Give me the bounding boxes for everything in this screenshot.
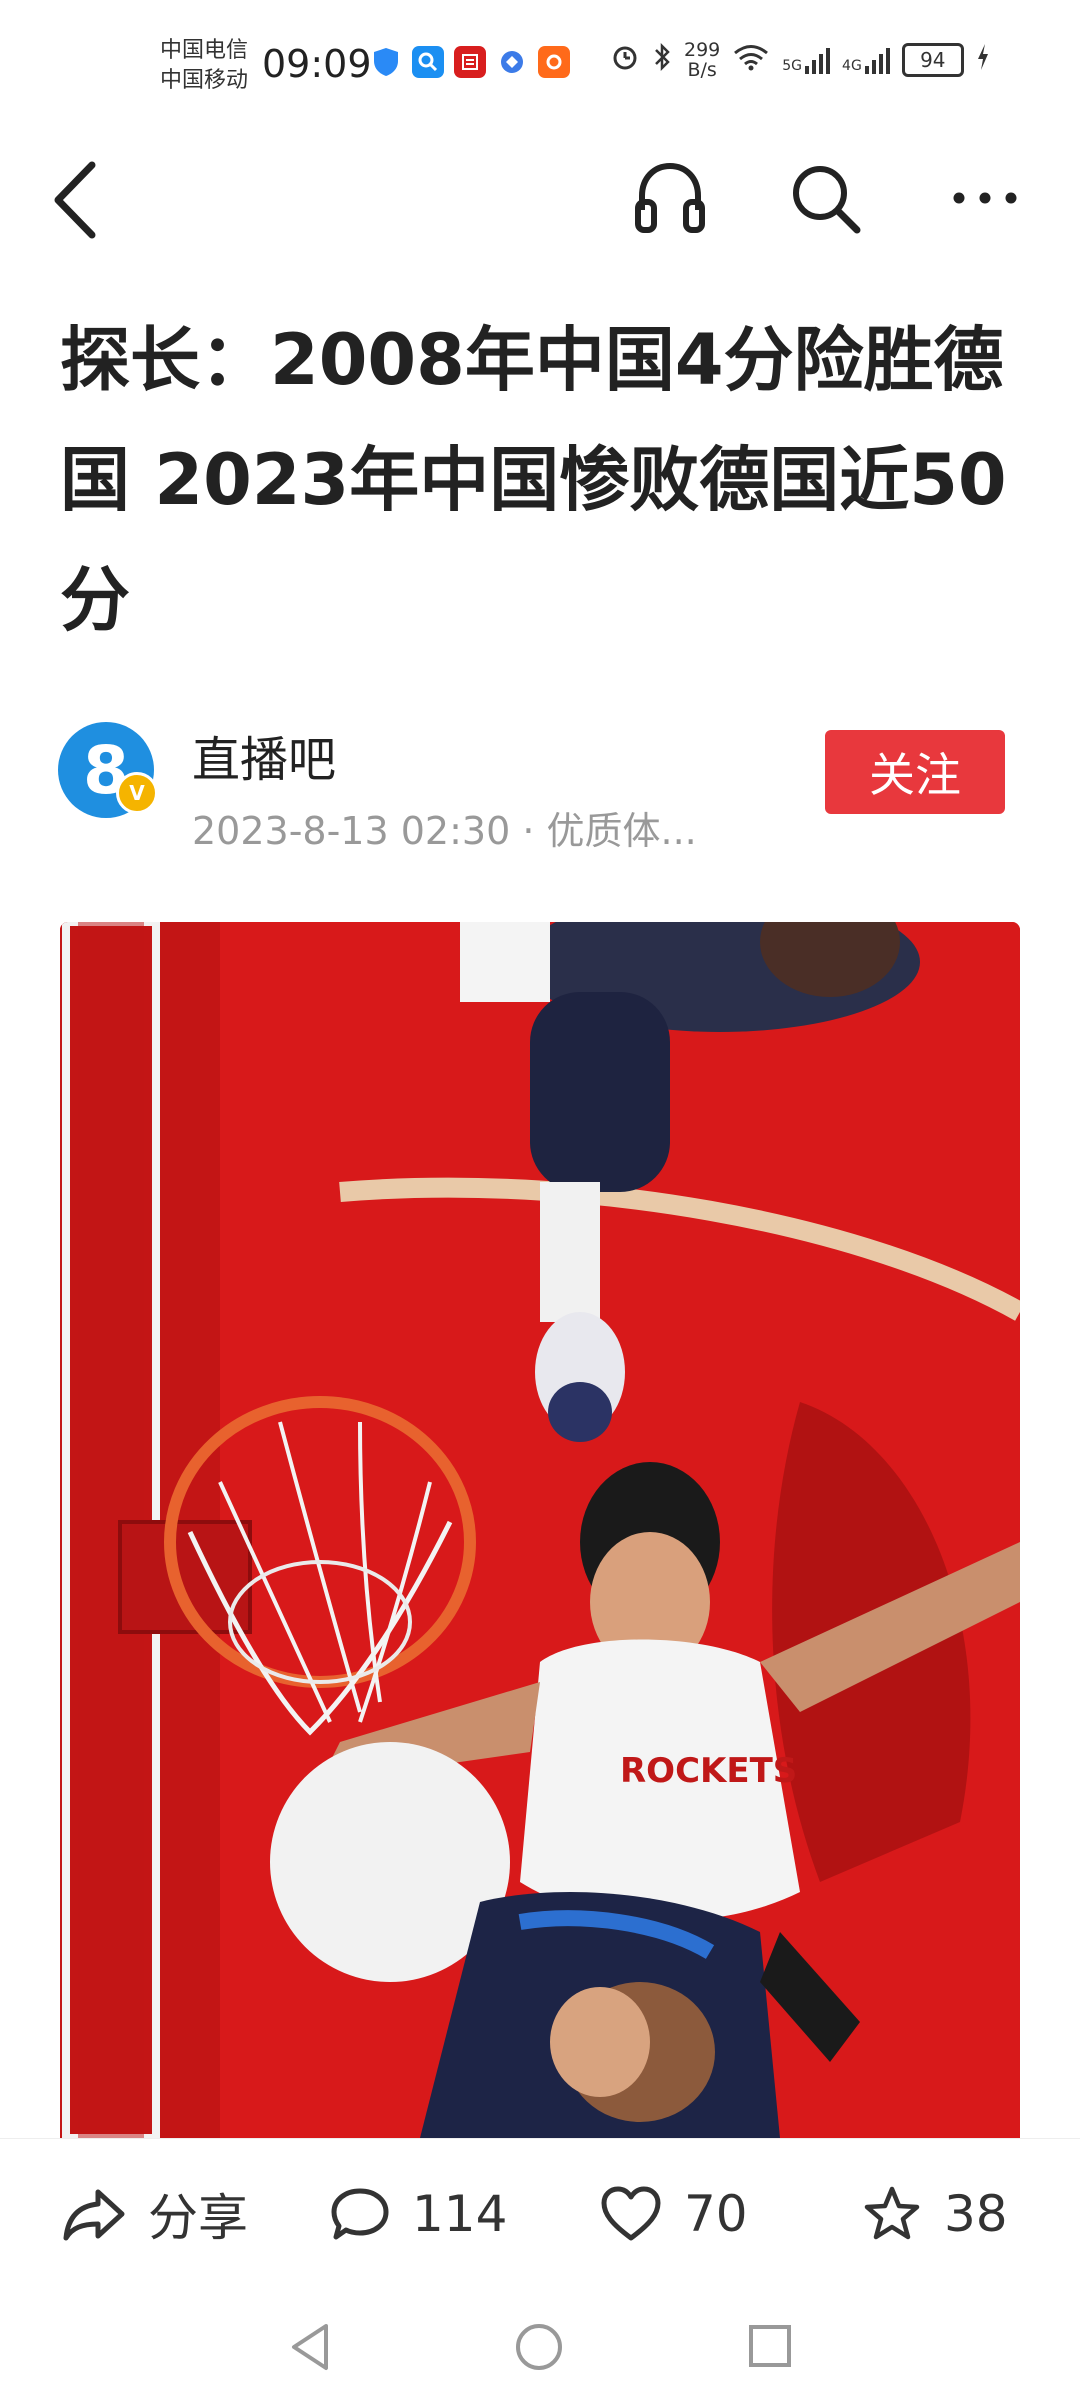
bluetooth-icon (652, 42, 672, 78)
carrier-2: 中国移动 (160, 68, 249, 93)
signal-1-label: 5G (782, 58, 803, 74)
carrier-labels: 中国电信 中国移动 (160, 36, 248, 96)
comment-count: 114 (412, 2185, 508, 2243)
comment-icon (331, 2188, 389, 2240)
nav-back-icon[interactable] (286, 2320, 336, 2374)
headphone-icon (635, 162, 705, 233)
share-icon (63, 2189, 125, 2241)
search-app-icon (412, 46, 444, 78)
back-button[interactable] (50, 155, 110, 245)
news-app-icon (454, 46, 486, 78)
net-speed: 299 B/s (684, 40, 720, 80)
nav-home-icon[interactable] (512, 2320, 566, 2374)
svg-text:ROCKETS: ROCKETS (620, 1751, 797, 1791)
signal-4g: 4G (842, 46, 890, 74)
basketball-photo: ROCKETS (60, 922, 1020, 2138)
back-arrow-icon (54, 161, 96, 239)
shield-icon (370, 46, 402, 78)
signal-bars-icon (805, 48, 831, 74)
browser-app-icon (496, 46, 528, 78)
like-button[interactable]: 70 (600, 2179, 748, 2249)
follow-button[interactable]: 关注 (825, 730, 1005, 814)
verified-badge: V (116, 772, 158, 814)
share-label: 分享 (148, 2189, 248, 2247)
status-bar: 中国电信 中国移动 09:09 299 B/s 5G 4G 94 (0, 0, 1080, 130)
heart-icon (601, 2186, 661, 2241)
author-name[interactable]: 直播吧 (192, 720, 336, 790)
signal-bars-icon (864, 48, 890, 74)
taobao-app-icon (538, 46, 570, 78)
net-speed-value: 299 (684, 39, 721, 61)
follow-label: 关注 (869, 748, 961, 802)
like-count: 70 (684, 2185, 748, 2243)
status-time: 09:09 (262, 42, 372, 86)
battery-indicator: 94 (901, 43, 964, 77)
notification-icons (370, 46, 570, 78)
more-dots-icon (953, 192, 1017, 204)
alarm-icon (610, 42, 640, 78)
signal-2-label: 4G (842, 58, 862, 74)
carrier-1: 中国电信 (160, 38, 249, 63)
charging-icon (976, 43, 990, 77)
net-speed-unit: B/s (687, 59, 717, 81)
author-meta: 2023-8-13 02:30 · 优质体... (192, 809, 697, 853)
bottom-action-bar: 分享 114 70 38 (0, 2138, 1080, 2279)
battery-level: 94 (920, 48, 946, 72)
favorite-count: 38 (944, 2185, 1008, 2243)
article-image[interactable]: ROCKETS (60, 922, 1020, 2138)
wifi-icon (732, 42, 770, 78)
search-icon (793, 166, 861, 234)
system-nav-bar (0, 2300, 1080, 2400)
favorite-button[interactable]: 38 (862, 2179, 1008, 2249)
share-button[interactable]: 分享 (62, 2179, 248, 2249)
verified-badge-text: V (129, 781, 145, 805)
more-button[interactable] (945, 158, 1025, 238)
listen-button[interactable] (630, 158, 710, 238)
article-title: 探长：2008年中国4分险胜德国 2023年中国惨败德国近50分 (60, 319, 1007, 641)
nav-recents-icon[interactable] (746, 2322, 794, 2370)
system-icons: 299 B/s 5G 4G 94 (610, 40, 990, 80)
star-icon (864, 2186, 920, 2240)
signal-5g: 5G (782, 46, 831, 74)
top-nav-bar (0, 140, 1080, 260)
search-button[interactable] (785, 158, 865, 238)
comment-button[interactable]: 114 (330, 2179, 507, 2249)
